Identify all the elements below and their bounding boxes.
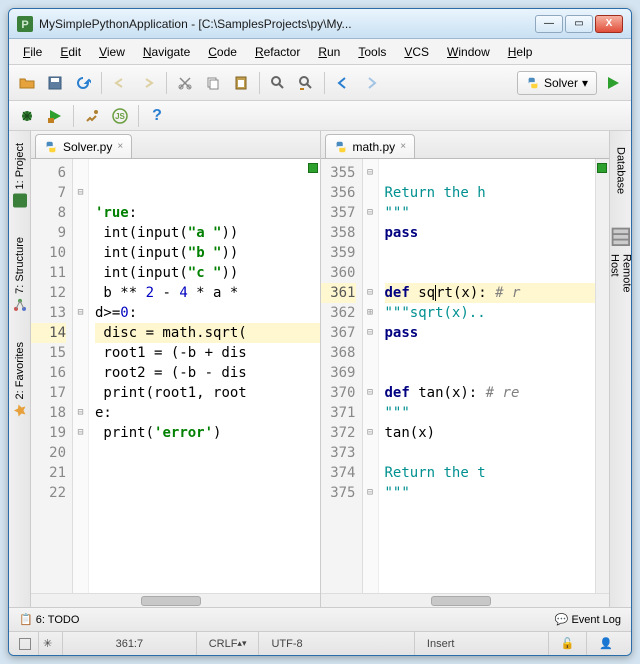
eventlog-tool-button[interactable]: 💬 Event Log bbox=[555, 613, 621, 626]
editor-split: Solver.py × 6789101112131415161718192021… bbox=[31, 131, 609, 607]
file-encoding[interactable]: UTF-8 bbox=[259, 632, 414, 655]
forward-icon[interactable] bbox=[359, 71, 383, 95]
coverage-icon[interactable] bbox=[43, 104, 67, 128]
readonly-icon[interactable]: 🔓 bbox=[549, 632, 588, 655]
right-h-scrollbar[interactable] bbox=[321, 593, 610, 607]
bottom-toolbar: 📋 6: TODO 💬 Event Log bbox=[9, 607, 631, 631]
right-editor-pane: math.py × 355356357358359360361362367368… bbox=[321, 131, 610, 607]
main-toolbar: Solver ▾ bbox=[9, 65, 631, 101]
menu-window[interactable]: Window bbox=[439, 42, 498, 62]
svg-text:JS: JS bbox=[115, 112, 125, 121]
settings-icon[interactable] bbox=[80, 104, 104, 128]
left-fold-gutter[interactable]: ⊟⊟⊟⊟ bbox=[73, 159, 89, 593]
analysis-marker-ok bbox=[308, 163, 318, 173]
python-icon bbox=[526, 76, 540, 90]
project-tool-tab[interactable]: 1: Project bbox=[11, 137, 29, 213]
caret-position[interactable]: 361:7 bbox=[63, 632, 197, 655]
database-tool-tab[interactable]: Database bbox=[613, 137, 629, 200]
left-h-scrollbar[interactable] bbox=[31, 593, 320, 607]
search-icon[interactable] bbox=[266, 71, 290, 95]
right-tool-tabs: Database Remote Host bbox=[609, 131, 631, 607]
menu-run[interactable]: Run bbox=[310, 42, 348, 62]
python-file-icon bbox=[334, 140, 348, 154]
right-editor[interactable]: 3553563573583593603613623673683693703713… bbox=[321, 159, 610, 593]
save-icon[interactable] bbox=[43, 71, 67, 95]
close-tab-icon[interactable]: × bbox=[117, 141, 123, 152]
run-icon[interactable] bbox=[601, 71, 625, 95]
svg-text:P: P bbox=[21, 19, 28, 31]
hector-icon[interactable]: 👤 bbox=[587, 632, 625, 655]
menu-file[interactable]: File bbox=[15, 42, 50, 62]
right-file-tab[interactable]: math.py × bbox=[325, 134, 416, 158]
left-code-area[interactable]: 'rue: int(input("a ")) int(input("b ")) … bbox=[89, 159, 320, 593]
left-editor[interactable]: 678910111213141516171819202122 ⊟⊟⊟⊟ 'rue… bbox=[31, 159, 320, 593]
analysis-marker-ok bbox=[597, 163, 607, 173]
menu-navigate[interactable]: Navigate bbox=[135, 42, 198, 62]
open-icon[interactable] bbox=[15, 71, 39, 95]
menu-vcs[interactable]: VCS bbox=[396, 42, 437, 62]
help-icon[interactable]: ? bbox=[145, 104, 169, 128]
line-separator[interactable]: CRLF ▴▾ bbox=[197, 632, 260, 655]
remote-host-tool-tab[interactable]: Remote Host bbox=[606, 218, 632, 298]
paste-icon[interactable] bbox=[229, 71, 253, 95]
refresh-icon[interactable] bbox=[71, 71, 95, 95]
left-editor-pane: Solver.py × 6789101112131415161718192021… bbox=[31, 131, 321, 607]
window-title: MySimplePythonApplication - [C:\SamplesP… bbox=[39, 17, 535, 31]
left-line-numbers: 678910111213141516171819202122 bbox=[31, 159, 73, 593]
secondary-toolbar: JS ? bbox=[9, 101, 631, 131]
run-config-dropdown[interactable]: Solver ▾ bbox=[517, 71, 597, 95]
menu-code[interactable]: Code bbox=[200, 42, 245, 62]
favorites-tool-tab[interactable]: 2: Favorites bbox=[11, 336, 29, 423]
menu-help[interactable]: Help bbox=[500, 42, 541, 62]
redo-icon[interactable] bbox=[136, 71, 160, 95]
back-icon[interactable] bbox=[331, 71, 355, 95]
menu-edit[interactable]: Edit bbox=[52, 42, 89, 62]
progress-icon: ✳ bbox=[43, 637, 52, 650]
right-line-numbers: 3553563573583593603613623673683693703713… bbox=[321, 159, 363, 593]
replace-icon[interactable] bbox=[294, 71, 318, 95]
titlebar[interactable]: P MySimplePythonApplication - [C:\Sample… bbox=[9, 9, 631, 39]
maximize-button[interactable]: ▭ bbox=[565, 15, 593, 33]
right-file-name: math.py bbox=[353, 140, 396, 154]
statusbar: ✳ 361:7 CRLF ▴▾ UTF-8 Insert 🔓 👤 bbox=[9, 631, 631, 655]
right-code-area[interactable]: Return the h"""passdef sqrt(x): # r"""sq… bbox=[379, 159, 596, 593]
insert-mode[interactable]: Insert bbox=[415, 632, 549, 655]
menubar: FileEditViewNavigateCodeRefactorRunTools… bbox=[9, 39, 631, 65]
cut-icon[interactable] bbox=[173, 71, 197, 95]
right-v-scrollbar[interactable] bbox=[595, 159, 609, 593]
chevron-down-icon: ▾ bbox=[582, 76, 588, 90]
toggle-toolwindows-icon[interactable] bbox=[19, 638, 31, 650]
copy-icon[interactable] bbox=[201, 71, 225, 95]
ide-window: P MySimplePythonApplication - [C:\Sample… bbox=[8, 8, 632, 656]
debug-icon[interactable] bbox=[15, 104, 39, 128]
app-icon: P bbox=[17, 16, 33, 32]
minimize-button[interactable]: — bbox=[535, 15, 563, 33]
structure-tool-tab[interactable]: 7: Structure bbox=[11, 231, 29, 318]
left-tool-tabs: 1: Project 7: Structure 2: Favorites bbox=[9, 131, 31, 607]
undo-icon[interactable] bbox=[108, 71, 132, 95]
menu-view[interactable]: View bbox=[91, 42, 133, 62]
close-tab-icon[interactable]: × bbox=[400, 141, 406, 152]
close-button[interactable]: X bbox=[595, 15, 623, 33]
python-file-icon bbox=[44, 140, 58, 154]
menu-tools[interactable]: Tools bbox=[350, 42, 394, 62]
main-area: 1: Project 7: Structure 2: Favorites Sol… bbox=[9, 131, 631, 607]
left-file-name: Solver.py bbox=[63, 140, 112, 154]
run-config-label: Solver bbox=[544, 76, 578, 90]
nodejs-icon[interactable]: JS bbox=[108, 104, 132, 128]
left-file-tab[interactable]: Solver.py × bbox=[35, 134, 132, 158]
right-fold-gutter[interactable]: ⊟⊟⊟⊞⊟⊟⊟⊟ bbox=[363, 159, 379, 593]
menu-refactor[interactable]: Refactor bbox=[247, 42, 308, 62]
todo-tool-button[interactable]: 📋 6: TODO bbox=[19, 613, 79, 626]
